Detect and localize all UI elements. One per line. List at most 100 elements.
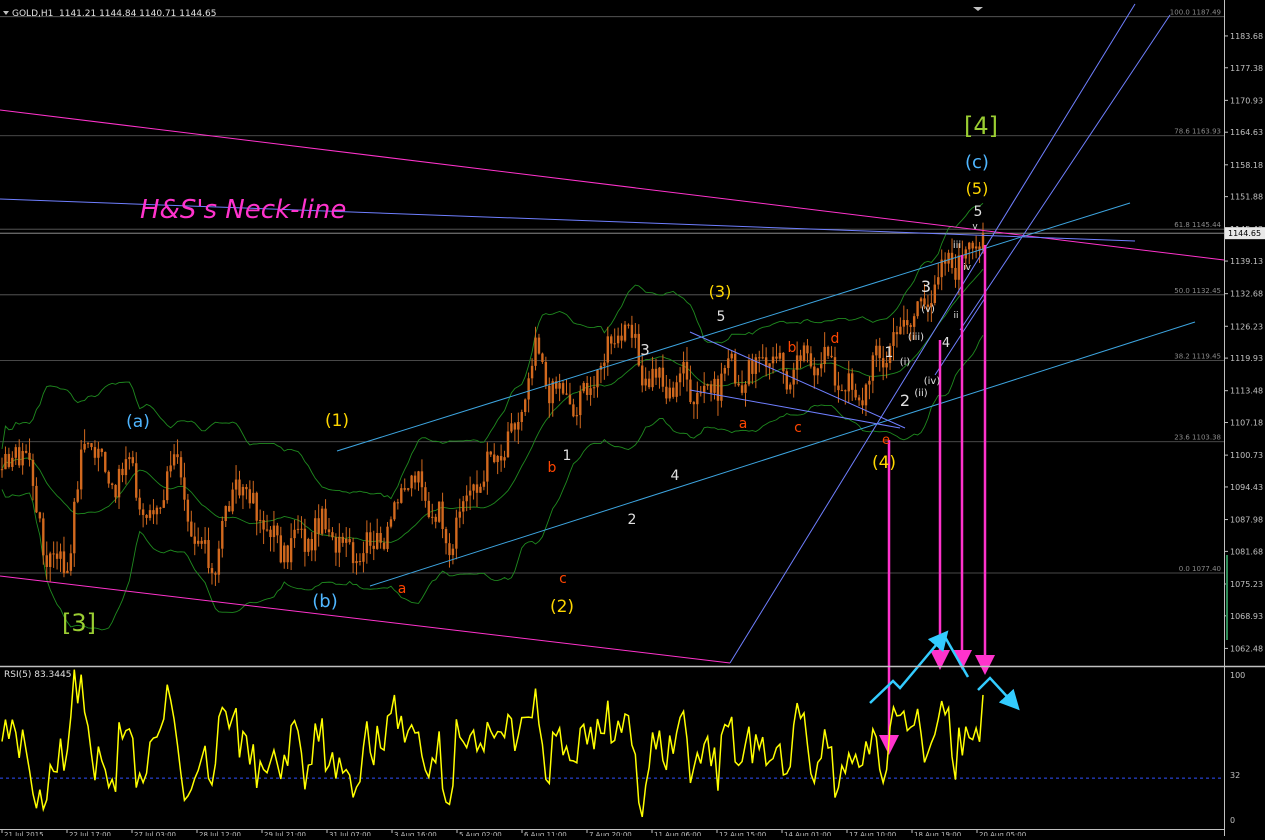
price-tick-label: 1068.93: [1230, 612, 1263, 621]
price-tick-label: 1177.38: [1230, 64, 1263, 73]
price-tick-label: 1170.93: [1230, 96, 1263, 105]
candle-body: [472, 484, 475, 491]
candle-body: [179, 457, 183, 478]
candle-body: [451, 548, 455, 556]
candle-body: [548, 385, 551, 404]
chart-window[interactable]: 100.0 1187.49 78.6 1163.93 61.8 1145.44 50.…: [0, 0, 1265, 839]
candle-body: [585, 382, 589, 395]
candle-body: [517, 422, 520, 430]
candle-body: [303, 528, 307, 552]
candle-body: [186, 499, 190, 522]
candle-body: [345, 538, 348, 543]
candle-body: [544, 361, 548, 386]
ohlc-label: 1141.21 1144.84 1140.71 1144.65: [59, 9, 216, 19]
candle-body: [909, 325, 912, 327]
candle-body: [28, 452, 31, 460]
candle-body: [733, 353, 737, 384]
time-tick-label: 20 Aug 05:00: [979, 831, 1026, 836]
candle-body: [727, 358, 730, 368]
candle-body: [148, 510, 152, 518]
candle-body: [644, 378, 647, 386]
candle-body: [121, 468, 124, 476]
price-tick-label: 1119.93: [1230, 354, 1263, 363]
candle-body: [224, 506, 227, 522]
wave-label: (1): [325, 411, 349, 431]
candle-body: [489, 451, 492, 455]
time-tick-label: 31 Jul 07:00: [329, 831, 371, 836]
candle-body: [338, 536, 341, 553]
wave-label: 1: [563, 448, 572, 464]
candle-body: [375, 532, 379, 549]
candle-body: [568, 394, 572, 405]
wave-label: (i): [900, 357, 911, 368]
candle-body: [155, 507, 159, 515]
candle-body: [234, 479, 238, 490]
candle-body: [696, 392, 699, 405]
candle-body: [279, 535, 283, 563]
candle-body: [362, 553, 365, 562]
candle-body: [210, 568, 214, 574]
candle-body: [358, 560, 362, 562]
fib-label: 23.6 1103.38: [1174, 434, 1221, 442]
candle-body: [912, 316, 916, 327]
time-tick-label: 7 Aug 20:00: [589, 831, 632, 836]
candle-body: [658, 367, 661, 378]
rsi-label: RSI(5) 83.3445: [4, 670, 71, 680]
candle-body: [7, 453, 11, 467]
candle-body: [55, 553, 59, 559]
candle-body: [200, 540, 203, 544]
candle-body: [702, 385, 706, 393]
time-tick-label: 14 Aug 01:00: [784, 831, 831, 836]
candle-body: [610, 336, 613, 344]
candle-body: [307, 538, 310, 552]
candle-body: [462, 501, 465, 512]
candle-body: [675, 382, 678, 397]
candle-body: [310, 538, 313, 551]
candle-body: [826, 346, 830, 356]
wave-label: (v): [921, 304, 935, 315]
candle-body: [761, 357, 764, 359]
price-tick-label: 1151.88: [1230, 193, 1263, 202]
candle-body: [162, 500, 165, 508]
candle-body: [172, 454, 176, 466]
candle-body: [437, 501, 441, 522]
candle-body: [527, 378, 530, 400]
candle-body: [775, 356, 778, 359]
time-tick-label: 12 Aug 15:00: [719, 831, 766, 836]
candle-body: [844, 390, 847, 392]
wave-label: (iii): [908, 332, 924, 343]
price-tick-label: 1113.48: [1230, 387, 1263, 396]
candle-body: [252, 492, 255, 504]
fib-label: 0.0 1077.40: [1179, 565, 1221, 573]
price-tick-label: 1062.48: [1230, 644, 1263, 653]
candle-body: [90, 443, 93, 448]
candle-body: [100, 448, 104, 452]
candle-body: [802, 345, 806, 361]
wave-label: (2): [550, 597, 574, 617]
candle-body: [255, 492, 258, 521]
candle-body: [641, 365, 644, 386]
candle-body: [283, 545, 286, 563]
price-tick-label: 1107.18: [1230, 419, 1263, 428]
price-tick-label: 1126.23: [1230, 322, 1263, 331]
candle-body: [493, 454, 496, 463]
candle-body: [427, 500, 431, 518]
candle-body: [372, 545, 375, 549]
candle-body: [159, 507, 162, 509]
candle-body: [351, 542, 355, 564]
candle-body: [334, 537, 338, 553]
candle-body: [582, 382, 585, 392]
time-tick-label: 18 Aug 19:00: [914, 831, 961, 836]
candle-body: [117, 468, 121, 498]
candle-body: [654, 368, 658, 378]
candle-body: [431, 516, 434, 518]
wave-label: v: [972, 222, 978, 232]
candle-body: [720, 373, 723, 401]
price-tick-label: 1164.63: [1230, 128, 1263, 137]
chart-svg[interactable]: 100.0 1187.4978.6 1163.9361.8 1145.4450.…: [0, 0, 1265, 839]
time-tick-label: 28 Jul 12:00: [199, 831, 241, 836]
candle-body: [197, 540, 200, 544]
candle-body: [692, 402, 696, 405]
candle-body: [933, 284, 937, 303]
candle-body: [575, 415, 579, 417]
